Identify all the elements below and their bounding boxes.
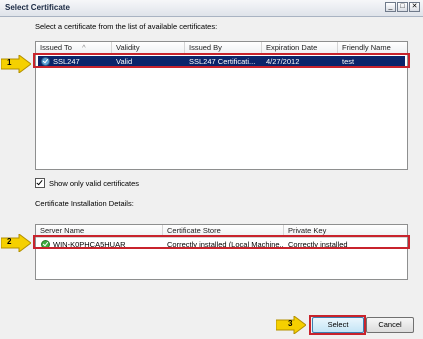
installation-list-header: Server Name Certificate Store Private Ke… [36,225,407,238]
column-friendly-name[interactable]: Friendly Name [338,42,409,54]
column-issued-to[interactable]: Issued To ^ [36,42,112,54]
instructions-text: Select a certificate from the list of av… [35,22,218,31]
cell-certificate-store: Correctly installed (Local Machine,... [167,240,284,249]
select-button[interactable]: Select [312,317,364,333]
column-expiration-date[interactable]: Expiration Date [262,42,338,54]
show-valid-only-checkbox[interactable] [35,178,45,188]
cell-issued-by: SSL247 Certificati... [189,57,256,66]
certificate-list[interactable]: Issued To ^ Validity Issued By Expiratio… [35,41,408,170]
step-1-number: 1 [7,58,12,67]
show-valid-only-label: Show only valid certificates [49,178,140,188]
minimize-button[interactable]: _ [385,2,396,12]
certificate-row[interactable]: SSL247 Valid SSL247 Certificati... 4/27/… [38,56,405,67]
column-issued-to-label: Issued To [40,43,72,52]
installation-row[interactable]: WIN-K0PHCA5HUAR Correctly installed (Loc… [38,239,405,250]
arrow-right-icon [0,233,32,253]
column-issued-by[interactable]: Issued By [185,42,262,54]
cell-server-name: WIN-K0PHCA5HUAR [53,240,126,249]
step-2-number: 2 [7,237,12,246]
window-title: Select Certificate [5,3,70,12]
column-validity[interactable]: Validity [112,42,185,54]
step-3-arrow: 3 [275,315,307,335]
cell-friendly-name: test [342,57,355,66]
installation-details-list[interactable]: Server Name Certificate Store Private Ke… [35,224,408,280]
step-1-arrow: 1 [0,54,32,74]
select-certificate-dialog: Select Certificate _ □ ✕ Select a certif… [0,0,423,339]
cell-expiration-date: 4/27/2012 [266,57,300,66]
column-server-name[interactable]: Server Name [36,225,163,237]
maximize-button[interactable]: □ [397,2,408,12]
sort-ascending-icon: ^ [82,43,86,52]
cell-issued-to: SSL247 [53,57,80,66]
title-bar: Select Certificate _ □ ✕ [0,0,423,17]
step-3-number: 3 [288,319,293,328]
column-certificate-store[interactable]: Certificate Store [163,225,284,237]
step-2-arrow: 2 [0,233,32,253]
show-valid-only-option[interactable]: Show only valid certificates [35,178,139,188]
window-controls: _ □ ✕ [384,2,420,12]
cell-validity: Valid [116,57,133,66]
installation-details-title: Certificate Installation Details: [35,199,134,208]
arrow-right-icon [0,54,32,74]
cancel-button[interactable]: Cancel [366,317,414,333]
column-private-key[interactable]: Private Key [284,225,409,237]
cell-private-key: Correctly installed [288,240,348,249]
certificate-list-header: Issued To ^ Validity Issued By Expiratio… [36,42,407,55]
close-button[interactable]: ✕ [409,2,420,12]
